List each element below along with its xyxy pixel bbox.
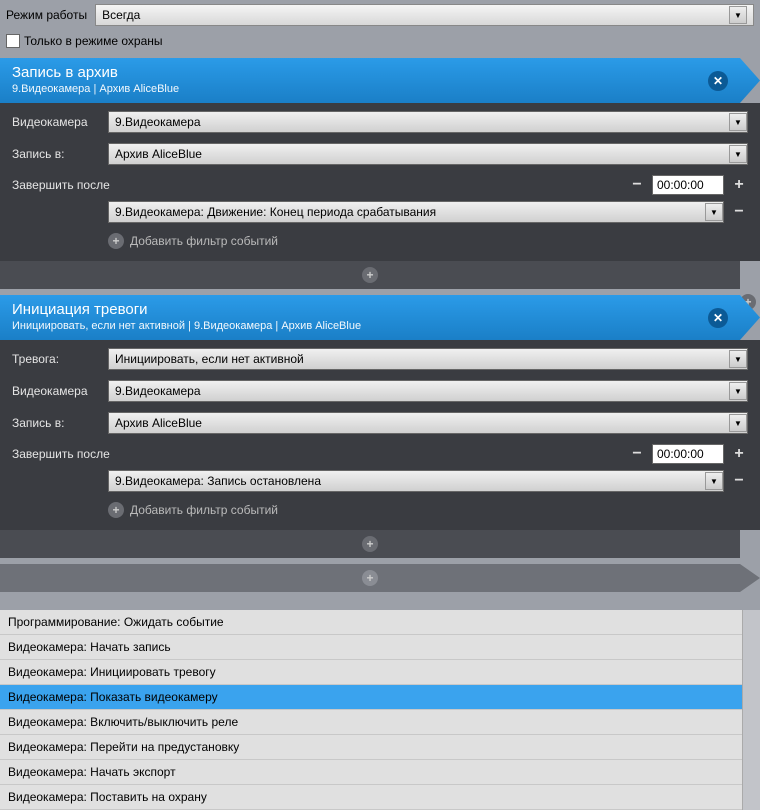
record-value: Архив AliceBlue [115,416,202,430]
add-filter-label: Добавить фильтр событий [130,503,278,517]
block2-panel: Тревога: Инициировать, если нет активной… [0,340,760,530]
chevron-down-icon: ▼ [729,145,747,163]
camera-value: 9.Видеокамера [115,115,201,129]
ribbon-point [740,295,760,340]
plus-icon: + [108,233,124,249]
camera-select[interactable]: 9.Видеокамера ▼ [108,380,748,402]
plus-icon: + [362,267,378,283]
close-icon[interactable]: ✕ [708,308,728,328]
action-list-item[interactable]: Видеокамера: Перейти на предустановку [0,735,742,760]
remove-filter-button[interactable]: − [730,472,748,490]
filter-value: 9.Видеокамера: Движение: Конец периода с… [115,205,436,219]
camera-label: Видеокамера [12,384,104,398]
camera-value: 9.Видеокамера [115,384,201,398]
record-label: Запись в: [12,147,104,161]
finish-label: Завершить после [12,178,622,192]
alarm-select[interactable]: Инициировать, если нет активной ▼ [108,348,748,370]
plus-icon: + [108,502,124,518]
minus-button[interactable]: − [628,176,646,194]
chevron-down-icon: ▼ [729,414,747,432]
action-list-item[interactable]: Видеокамера: Поставить на охрану [0,785,742,810]
alarm-label: Тревога: [12,352,104,366]
mode-value: Всегда [102,8,140,22]
mode-select[interactable]: Всегда ▼ [95,4,754,26]
mode-label: Режим работы [6,8,87,22]
ribbon-point [740,58,760,103]
finish-label: Завершить после [12,447,622,461]
time-input[interactable]: 00:00:00 [652,444,724,464]
remove-filter-button[interactable]: − [730,203,748,221]
scrollbar[interactable] [742,610,760,810]
action-list: Программирование: Ожидать событиеВидеока… [0,610,742,810]
block1-header[interactable]: Запись в архив 9.Видеокамера | Архив Ali… [0,58,740,103]
add-action-bar[interactable]: + [0,530,740,558]
action-list-item[interactable]: Программирование: Ожидать событие [0,610,742,635]
alarm-value: Инициировать, если нет активной [115,352,304,366]
plus-button[interactable]: + [730,176,748,194]
close-icon[interactable]: ✕ [708,71,728,91]
block2-subtitle: Инициировать, если нет активной | 9.Виде… [12,320,728,332]
block2-title: Инициация тревоги [12,301,728,318]
time-value: 00:00:00 [657,178,704,192]
record-label: Запись в: [12,416,104,430]
chevron-down-icon: ▼ [729,350,747,368]
camera-select[interactable]: 9.Видеокамера ▼ [108,111,748,133]
add-action-bar[interactable]: + [0,261,740,289]
event-filter-select[interactable]: 9.Видеокамера: Движение: Конец периода с… [108,201,724,223]
action-list-item[interactable]: Видеокамера: Включить/выключить реле [0,710,742,735]
record-value: Архив AliceBlue [115,147,202,161]
add-block-bar[interactable]: + [0,564,740,592]
block2-header[interactable]: Инициация тревоги Инициировать, если нет… [0,295,740,340]
block1-subtitle: 9.Видеокамера | Архив AliceBlue [12,83,728,95]
action-list-item[interactable]: Видеокамера: Показать видеокамеру [0,685,742,710]
action-list-item[interactable]: Видеокамера: Инициировать тревогу [0,660,742,685]
plus-icon: + [362,570,378,586]
plus-icon: + [362,536,378,552]
record-select[interactable]: Архив AliceBlue ▼ [108,143,748,165]
plus-button[interactable]: + [730,445,748,463]
camera-label: Видеокамера [12,115,104,129]
guard-only-label: Только в режиме охраны [24,34,163,48]
chevron-down-icon: ▼ [729,113,747,131]
add-filter-button[interactable]: + Добавить фильтр событий [108,498,748,522]
record-select[interactable]: Архив AliceBlue ▼ [108,412,748,434]
chevron-down-icon: ▼ [729,6,747,24]
chevron-down-icon: ▼ [705,203,723,221]
time-input[interactable]: 00:00:00 [652,175,724,195]
action-list-item[interactable]: Видеокамера: Начать экспорт [0,760,742,785]
minus-button[interactable]: − [628,445,646,463]
block1-title: Запись в архив [12,64,728,81]
chevron-down-icon: ▼ [705,472,723,490]
guard-only-checkbox[interactable] [6,34,20,48]
add-filter-button[interactable]: + Добавить фильтр событий [108,229,748,253]
add-filter-label: Добавить фильтр событий [130,234,278,248]
event-filter-select[interactable]: 9.Видеокамера: Запись остановлена ▼ [108,470,724,492]
filter-value: 9.Видеокамера: Запись остановлена [115,474,321,488]
time-value: 00:00:00 [657,447,704,461]
ribbon-point [740,564,760,592]
chevron-down-icon: ▼ [729,382,747,400]
action-list-item[interactable]: Видеокамера: Начать запись [0,635,742,660]
block1-panel: Видеокамера 9.Видеокамера ▼ Запись в: Ар… [0,103,760,261]
